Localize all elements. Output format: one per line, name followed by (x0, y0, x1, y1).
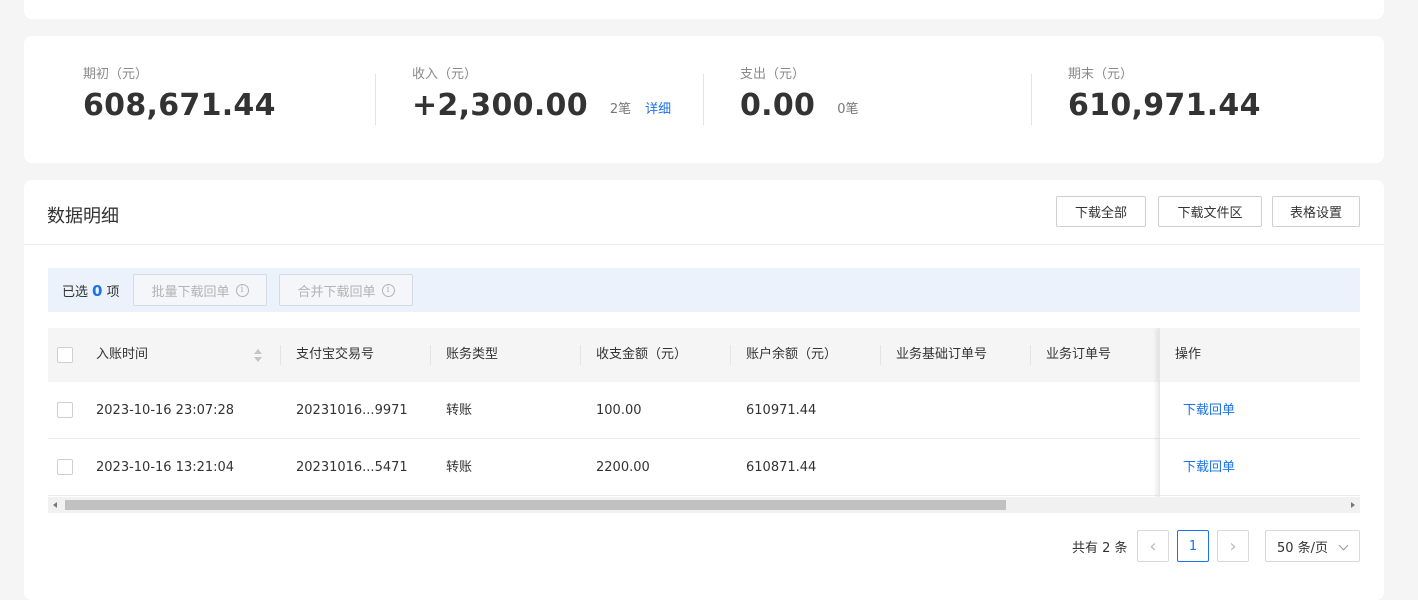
sort-icon[interactable] (254, 349, 262, 363)
next-page-button[interactable]: › (1217, 530, 1249, 562)
stat-expense-count: 0笔 (837, 102, 859, 117)
table-settings-button[interactable]: 表格设置 (1272, 196, 1360, 227)
chevron-left-icon: ‹ (1149, 535, 1157, 557)
action-header-cell: 操作 (1160, 328, 1360, 382)
stat-income-label: 收入（元） (412, 67, 478, 82)
scrollbar-thumb[interactable] (65, 500, 1006, 510)
stat-expense-label: 支出（元） (740, 67, 806, 82)
batch-download-button[interactable]: 批量下载回单 i (133, 274, 267, 306)
column-header-trade-no: 支付宝交易号 (296, 347, 375, 362)
cell-time: 2023-10-16 23:07:28 (96, 403, 235, 418)
page-1-button[interactable]: 1 (1177, 530, 1209, 562)
action-cell: 下载回单 (1160, 382, 1360, 439)
cell-amount: 100.00 (596, 403, 642, 418)
column-separator (730, 345, 731, 365)
chevron-right-icon: › (1229, 535, 1237, 557)
info-icon: i (235, 283, 249, 297)
cell-balance: 610871.44 (746, 460, 817, 475)
header-divider (24, 244, 1384, 245)
stat-income-count: 2笔 (609, 102, 632, 117)
horizontal-scrollbar[interactable] (48, 497, 1360, 513)
income-detail-link[interactable]: 详细 (645, 95, 671, 125)
download-all-button[interactable]: 下载全部 (1056, 196, 1146, 227)
top-card (24, 0, 1384, 19)
detail-card: 数据明细 下载全部 下载文件区 表格设置 已选 0 项 批量下载回单 i 合并下载回… (24, 180, 1384, 600)
action-cell: 下载回单 (1160, 439, 1360, 496)
cell-trade-no: 20231016...9971 (296, 403, 408, 418)
selection-bar: 已选 0 项 批量下载回单 i 合并下载回单 i (48, 268, 1360, 312)
merge-download-button[interactable]: 合并下载回单 i (279, 274, 413, 306)
page-size-value: 50 条/页 (1277, 540, 1329, 556)
row-checkbox[interactable] (57, 459, 73, 475)
selection-count: 0 (92, 282, 103, 300)
info-icon: i (381, 283, 395, 297)
stat-opening-label: 期初（元） (83, 67, 149, 82)
detail-title: 数据明细 (47, 206, 119, 227)
cell-type: 转账 (446, 403, 473, 418)
data-table: 入账时间 支付宝交易号 账务类型 收支金额（元） 账户余额（元） 业务基础订单号… (48, 328, 1360, 498)
column-separator (430, 345, 431, 365)
cell-trade-no: 20231016...5471 (296, 460, 408, 475)
page-size-select[interactable]: 50 条/页 (1265, 530, 1360, 562)
divider (703, 74, 704, 125)
merge-download-label: 合并下载回单 (297, 284, 376, 300)
divider (1031, 74, 1032, 125)
row-checkbox[interactable] (57, 402, 73, 418)
column-header-order: 业务订单号 (1046, 347, 1112, 362)
cell-time: 2023-10-16 13:21:04 (96, 460, 235, 475)
download-receipt-link[interactable]: 下载回单 (1183, 382, 1235, 439)
column-header-base-order: 业务基础订单号 (896, 347, 988, 362)
stat-opening-value: 608,671.44 (83, 88, 276, 123)
action-column: 操作 下载回单 下载回单 (1159, 328, 1360, 498)
selection-summary: 已选 0 项 (62, 281, 119, 300)
column-header-balance: 账户余额（元） (746, 347, 838, 362)
stat-closing: 期末（元） 610,971.44 (1068, 63, 1261, 125)
stat-income: 收入（元） +2,300.00 2笔 详细 (412, 63, 671, 125)
column-separator (580, 345, 581, 365)
selection-prefix: 已选 (62, 285, 89, 300)
divider (375, 74, 376, 125)
selection-suffix: 项 (106, 285, 120, 300)
column-separator (1030, 345, 1031, 365)
column-header-type: 账务类型 (446, 347, 499, 362)
stat-opening: 期初（元） 608,671.44 (83, 63, 276, 125)
stat-expense-value: 0.00 (740, 88, 816, 123)
prev-page-button[interactable]: ‹ (1137, 530, 1169, 562)
column-separator (880, 345, 881, 365)
batch-download-label: 批量下载回单 (151, 284, 230, 300)
column-header-amount: 收支金额（元） (596, 347, 688, 362)
download-receipt-link[interactable]: 下载回单 (1183, 439, 1235, 496)
column-separator (280, 345, 281, 365)
stat-closing-label: 期末（元） (1068, 67, 1134, 82)
summary-card: 期初（元） 608,671.44 收入（元） +2,300.00 2笔 详细 支出（… (24, 36, 1384, 163)
cell-balance: 610971.44 (746, 403, 817, 418)
column-header-action: 操作 (1175, 347, 1202, 362)
chevron-down-icon (1338, 540, 1349, 551)
download-files-button[interactable]: 下载文件区 (1158, 196, 1262, 227)
scroll-right-icon[interactable] (1351, 502, 1355, 508)
total-count: 共有 2 条 (1072, 541, 1128, 556)
stat-expense: 支出（元） 0.00 0笔 (740, 63, 859, 125)
cell-type: 转账 (446, 460, 473, 475)
cell-amount: 2200.00 (596, 460, 650, 475)
stat-income-value: +2,300.00 (412, 88, 588, 123)
stat-closing-value: 610,971.44 (1068, 88, 1261, 123)
scroll-left-icon[interactable] (53, 502, 57, 508)
column-header-time: 入账时间 (96, 347, 149, 362)
select-all-checkbox[interactable] (57, 347, 73, 363)
